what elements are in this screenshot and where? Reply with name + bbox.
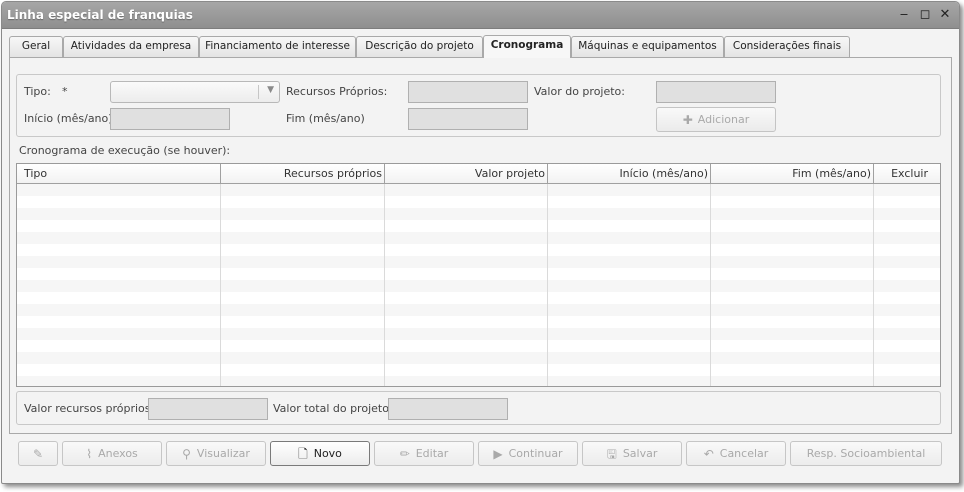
grid-title: Cronograma de execução (se houver):: [19, 144, 231, 157]
view-button-label: Visualizar: [196, 447, 250, 460]
column-divider: [710, 184, 711, 386]
column-header-fim[interactable]: Fim (mês/ano): [711, 164, 874, 184]
continue-button[interactable]: ▶ Continuar: [478, 441, 578, 466]
table-row[interactable]: [17, 184, 940, 196]
close-icon[interactable]: ✕: [936, 6, 954, 24]
save-icon: 🖫: [606, 446, 617, 461]
column-header-tipo[interactable]: Tipo: [17, 164, 221, 184]
column-divider: [547, 184, 548, 386]
tab-descricao-projeto[interactable]: Descrição do projeto: [356, 36, 483, 57]
cancel-button[interactable]: ↶ Cancelar: [686, 441, 786, 466]
tab-geral[interactable]: Geral: [9, 36, 63, 57]
cancel-button-label: Cancelar: [719, 447, 769, 460]
recursos-proprios-field[interactable]: [408, 81, 528, 103]
edit-button-label: Editar: [415, 447, 449, 460]
entry-form-panel: Tipo: * ▼ Recursos Próprios: Valor do pr…: [16, 74, 941, 137]
tab-content-cronograma: Tipo: * ▼ Recursos Próprios: Valor do pr…: [9, 57, 952, 434]
title-bar[interactable]: Linha especial de franquias ‒ ◻ ✕: [2, 2, 959, 29]
tipo-select[interactable]: ▼: [110, 81, 280, 103]
totals-panel: Valor recursos próprios: Valor total do …: [16, 391, 941, 425]
plus-icon: ✚: [682, 112, 693, 127]
table-row[interactable]: [17, 208, 940, 220]
valor-recursos-proprios-label: Valor recursos próprios:: [24, 402, 155, 415]
magnifier-icon: ⚲: [182, 446, 191, 461]
continue-button-label: Continuar: [508, 447, 563, 460]
select-divider: [258, 85, 259, 99]
new-button-label: Novo: [313, 447, 342, 460]
tab-financiamento-interesse[interactable]: Financiamento de interesse: [199, 36, 356, 57]
tab-strip: Geral Atividades da empresa Financiament…: [9, 35, 952, 58]
socioenvironmental-button[interactable]: Resp. Socioambiental: [790, 441, 942, 466]
edit-button[interactable]: ✏ Editar: [374, 441, 474, 466]
table-row[interactable]: [17, 304, 940, 316]
column-divider: [384, 184, 385, 386]
valor-total-projeto-field[interactable]: [388, 398, 508, 420]
column-header-recursos-proprios[interactable]: Recursos próprios: [221, 164, 385, 184]
save-button-label: Salvar: [622, 447, 658, 460]
minimize-icon[interactable]: ‒: [895, 6, 913, 24]
edit-form-icon: ✎: [32, 446, 44, 461]
valor-projeto-label: Valor do projeto:: [534, 85, 625, 98]
paperclip-icon: ⌇: [86, 446, 93, 461]
pencil-icon: ✏: [399, 446, 410, 461]
play-icon: ▶: [493, 446, 503, 461]
inicio-label: Início (mês/ano): [24, 112, 113, 125]
add-button-label: Adicionar: [697, 113, 750, 126]
table-row[interactable]: [17, 280, 940, 292]
table-row[interactable]: [17, 352, 940, 364]
window-title: Linha especial de franquias: [7, 8, 193, 22]
action-bar: ✎ ⌇ Anexos ⚲ Visualizar 🗋 Novo ✏ Editar …: [9, 434, 952, 478]
column-divider: [220, 184, 221, 386]
inicio-field[interactable]: [110, 108, 230, 130]
undo-arrow-icon: ↶: [703, 446, 714, 461]
new-document-icon: 🗋: [298, 446, 308, 461]
column-header-excluir[interactable]: Excluir: [874, 164, 940, 184]
schedule-table[interactable]: Tipo Recursos próprios Valor projeto Iní…: [16, 163, 941, 387]
view-button[interactable]: ⚲ Visualizar: [166, 441, 266, 466]
table-row[interactable]: [17, 256, 940, 268]
valor-projeto-field[interactable]: [656, 81, 776, 103]
tab-maquinas-equipamentos[interactable]: Máquinas e equipamentos: [571, 36, 724, 57]
table-row[interactable]: [17, 232, 940, 244]
column-divider: [873, 184, 874, 386]
column-header-inicio[interactable]: Início (mês/ano): [548, 164, 711, 184]
recursos-proprios-label: Recursos Próprios:: [286, 85, 388, 98]
dialog-window: Linha especial de franquias ‒ ◻ ✕ Geral …: [1, 1, 960, 484]
table-row[interactable]: [17, 376, 940, 386]
chevron-down-icon[interactable]: ▼: [267, 85, 274, 95]
valor-total-projeto-label: Valor total do projeto:: [273, 402, 393, 415]
tipo-label: Tipo:: [24, 85, 51, 98]
socioenvironmental-button-label: Resp. Socioambiental: [806, 447, 926, 460]
table-row[interactable]: [17, 328, 940, 340]
fim-field[interactable]: [408, 108, 528, 130]
required-marker: *: [62, 85, 68, 98]
form-mode-button[interactable]: ✎: [18, 441, 58, 466]
column-header-valor-projeto[interactable]: Valor projeto: [385, 164, 548, 184]
new-button[interactable]: 🗋 Novo: [270, 441, 370, 466]
tab-cronograma[interactable]: Cronograma: [483, 35, 571, 58]
tab-consideracoes-finais[interactable]: Considerações finais: [724, 36, 850, 57]
valor-recursos-proprios-field[interactable]: [148, 398, 268, 420]
attachments-button-label: Anexos: [98, 447, 138, 460]
fim-label: Fim (mês/ano): [286, 112, 365, 125]
maximize-icon[interactable]: ◻: [916, 6, 934, 24]
attachments-button[interactable]: ⌇ Anexos: [62, 441, 162, 466]
save-button[interactable]: 🖫 Salvar: [582, 441, 682, 466]
tab-atividades-empresa[interactable]: Atividades da empresa: [63, 36, 199, 57]
add-button[interactable]: ✚ Adicionar: [656, 107, 776, 132]
